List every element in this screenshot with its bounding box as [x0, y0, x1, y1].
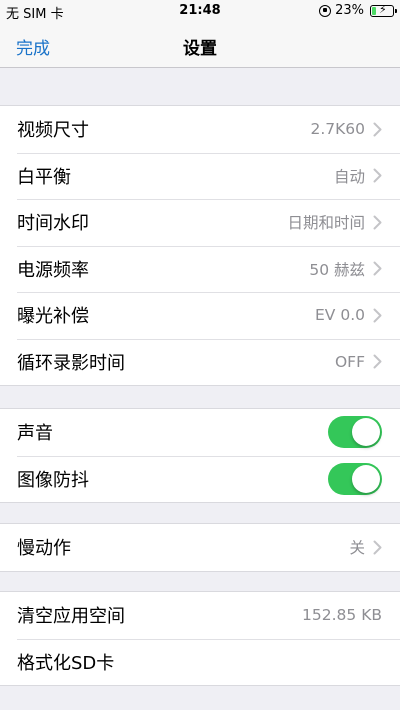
setting-label: 清空应用空间: [17, 606, 125, 628]
setting-time-watermark[interactable]: 时间水印 日期和时间: [0, 199, 400, 246]
settings-group-storage: 清空应用空间 152.85 KB 格式化SD卡: [0, 591, 400, 686]
setting-value: 关: [349, 539, 365, 558]
setting-label: 声音: [17, 423, 53, 445]
battery-charging-icon: ⚡: [370, 3, 397, 17]
navigation-bar: 完成 设置: [0, 22, 400, 68]
status-right: 23% ⚡: [319, 3, 397, 18]
setting-label: 格式化SD卡: [17, 652, 115, 674]
setting-image-stabilization: 图像防抖: [0, 455, 400, 503]
setting-value: EV 0.0: [315, 306, 365, 325]
setting-label: 曝光补偿: [17, 306, 89, 328]
setting-value: 2.7K60: [310, 120, 365, 139]
settings-group-slow-motion: 慢动作 关: [0, 523, 400, 572]
setting-value: 50 赫兹: [309, 260, 365, 279]
setting-value: 日期和时间: [287, 214, 365, 233]
chevron-right-icon: [373, 354, 382, 369]
setting-video-size[interactable]: 视频尺寸 2.7K60: [0, 106, 400, 153]
battery-level-fill: [372, 6, 376, 15]
page-title: 设置: [183, 39, 217, 59]
battery-percent: 23%: [335, 3, 364, 18]
toggle-knob: [352, 418, 380, 447]
setting-slow-motion[interactable]: 慢动作 关: [0, 524, 400, 571]
setting-format-sd-card[interactable]: 格式化SD卡: [0, 638, 400, 686]
chevron-right-icon: [373, 168, 382, 183]
setting-label: 循环录影时间: [17, 352, 125, 374]
setting-power-frequency[interactable]: 电源频率 50 赫兹: [0, 245, 400, 293]
setting-loop-recording-time[interactable]: 循环录影时间 OFF: [0, 338, 400, 386]
setting-label: 慢动作: [17, 538, 71, 560]
toggle-knob: [352, 464, 380, 493]
status-bar: 无 SIM 卡 21:48 23% ⚡: [0, 0, 400, 22]
setting-value: OFF: [334, 352, 365, 371]
setting-label: 白平衡: [17, 166, 71, 188]
settings-group-camera: 视频尺寸 2.7K60 白平衡 自动 时间水印 日期和时间 电源频率 50 赫兹…: [0, 105, 400, 386]
chevron-right-icon: [373, 261, 382, 276]
setting-label: 电源频率: [17, 259, 89, 281]
setting-label: 视频尺寸: [17, 120, 89, 142]
chevron-right-icon: [373, 540, 382, 555]
chevron-right-icon: [373, 122, 382, 137]
chevron-right-icon: [373, 215, 382, 230]
setting-label: 时间水印: [17, 213, 89, 235]
setting-label: 图像防抖: [17, 469, 89, 491]
setting-value: 152.85 KB: [302, 606, 382, 625]
setting-sound: 声音: [0, 409, 400, 456]
chevron-right-icon: [373, 308, 382, 323]
setting-exposure-compensation[interactable]: 曝光补偿 EV 0.0: [0, 292, 400, 339]
settings-group-toggles: 声音 图像防抖: [0, 408, 400, 503]
sound-toggle[interactable]: [328, 416, 382, 449]
orientation-lock-icon: [319, 4, 332, 17]
setting-clear-app-space[interactable]: 清空应用空间 152.85 KB: [0, 592, 400, 639]
setting-value: 自动: [333, 167, 365, 186]
image-stabilization-toggle[interactable]: [328, 462, 382, 495]
setting-white-balance[interactable]: 白平衡 自动: [0, 152, 400, 200]
